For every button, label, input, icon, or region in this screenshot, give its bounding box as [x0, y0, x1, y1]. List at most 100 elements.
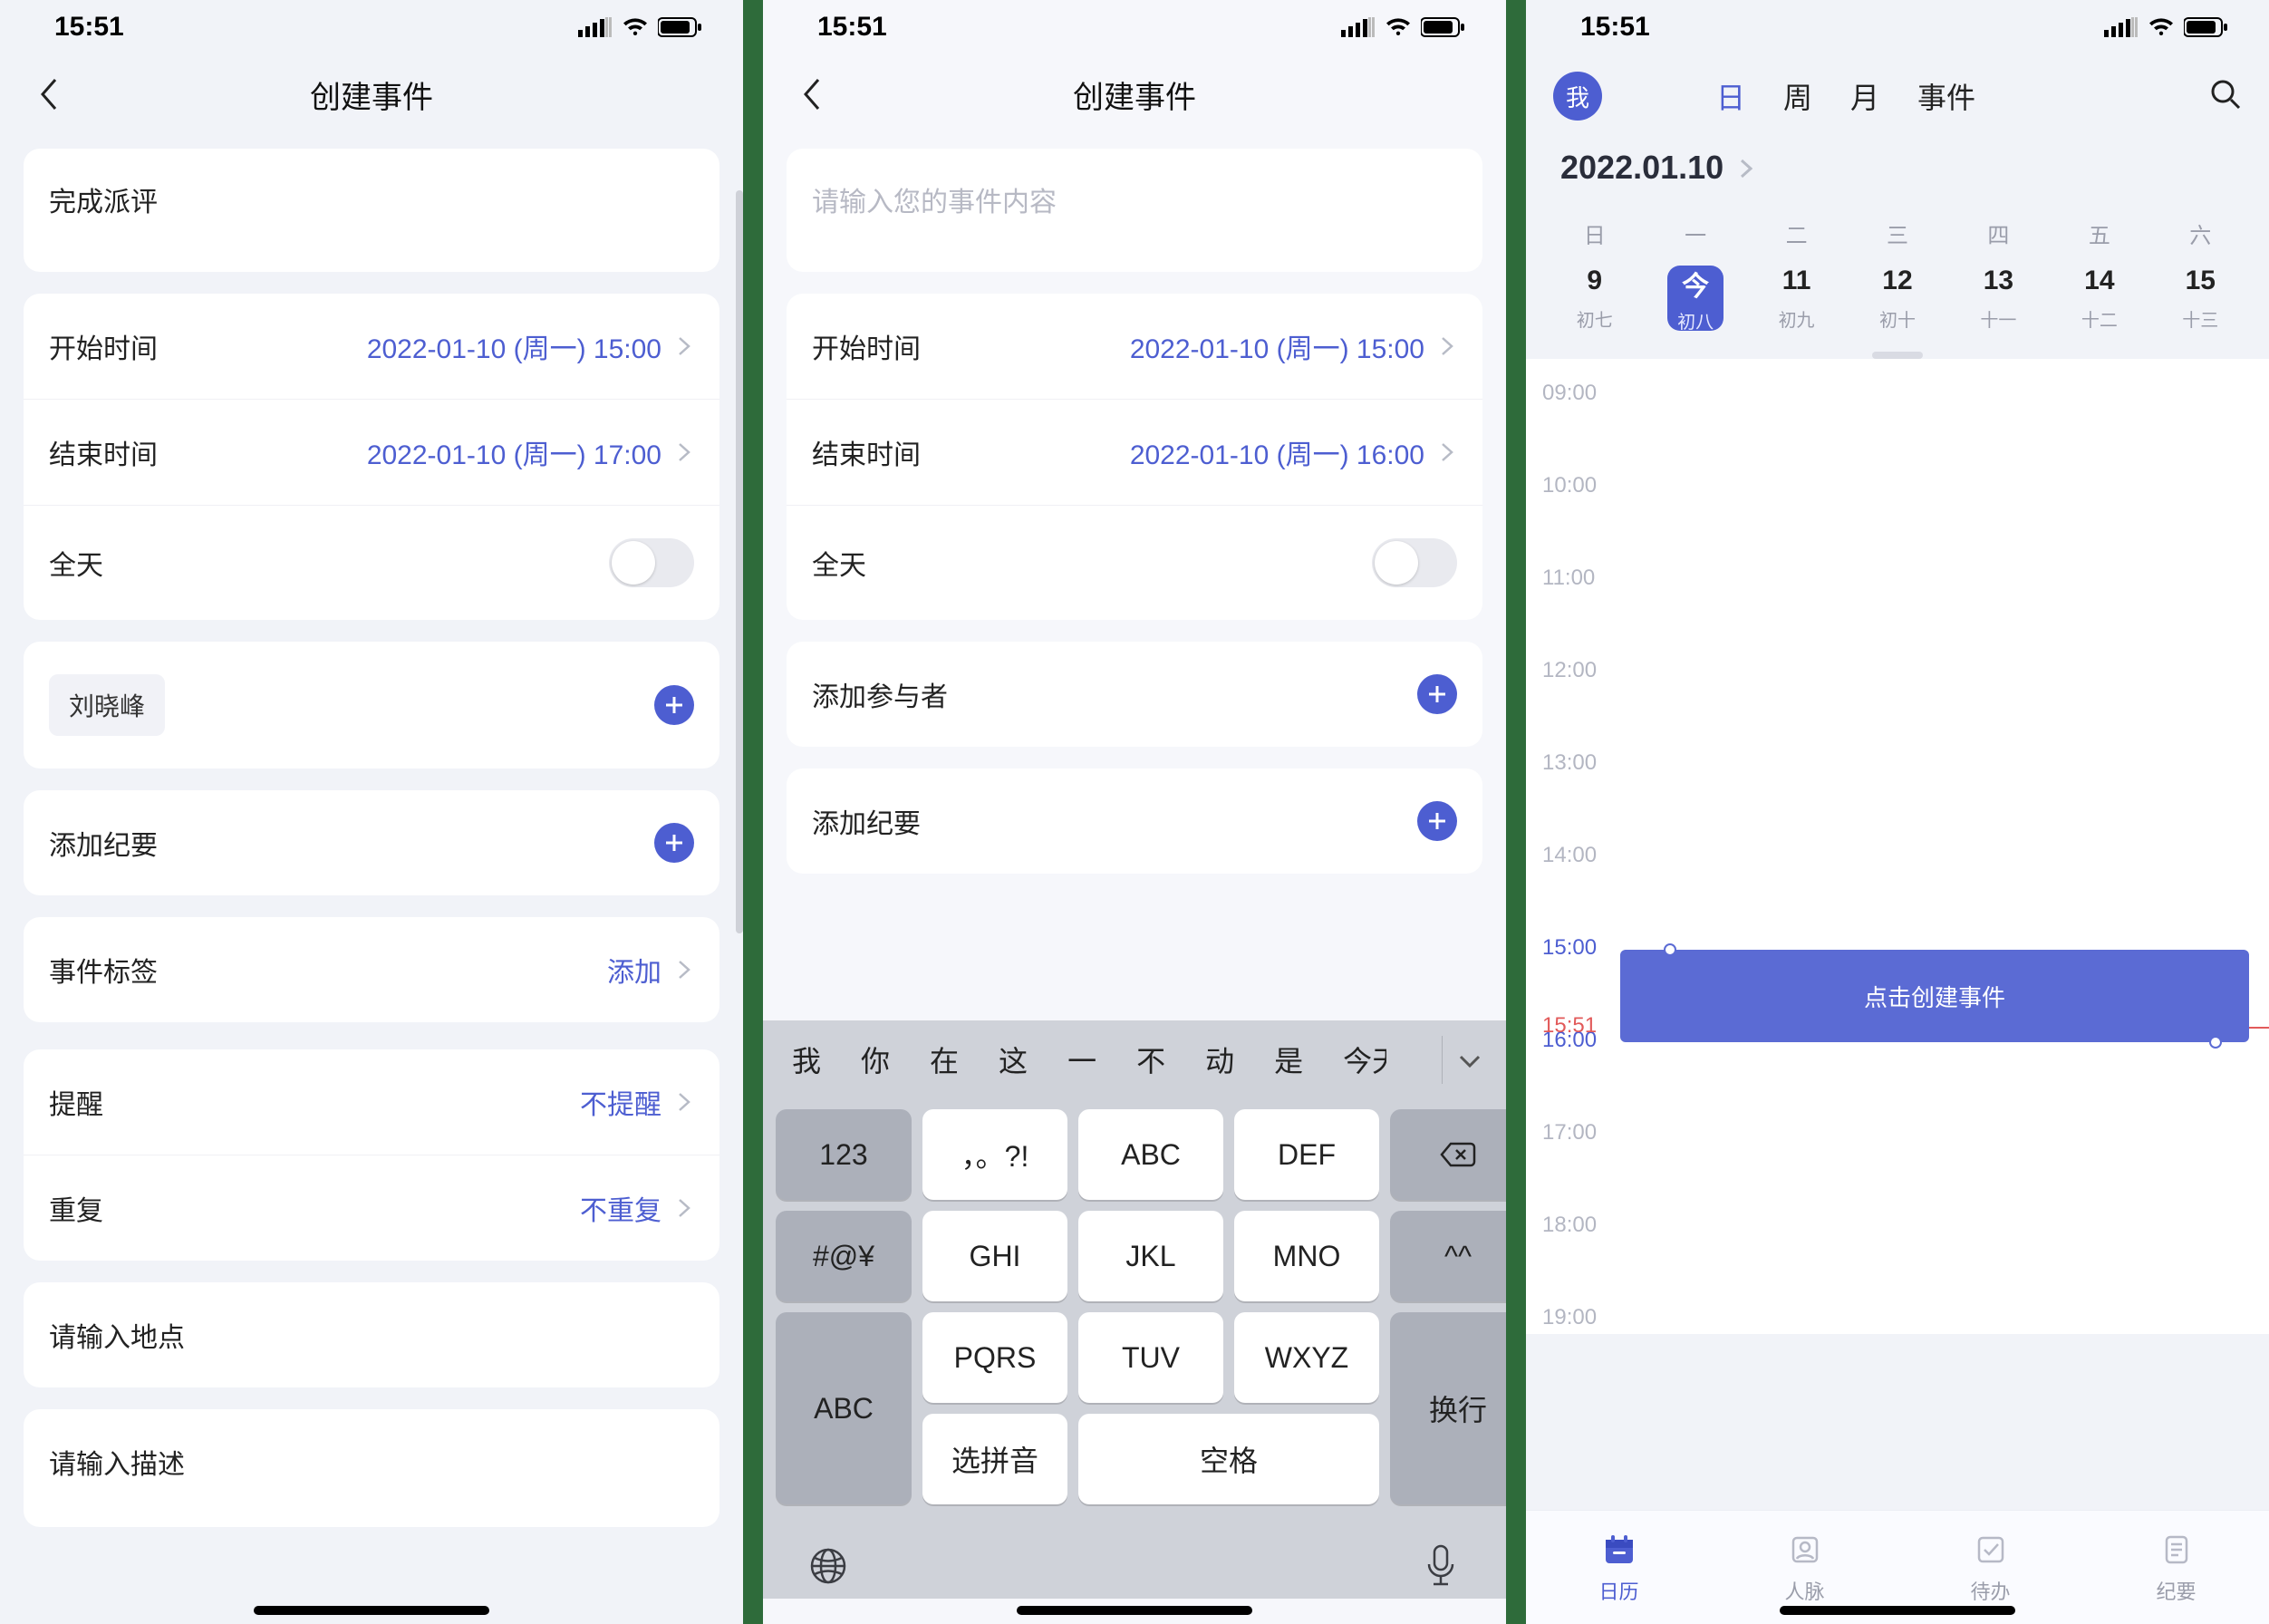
search-icon[interactable] [2209, 78, 2242, 115]
event-title-card[interactable]: 完成派评 [24, 149, 719, 272]
view-tab-day[interactable]: 日 [1716, 75, 1745, 117]
day-num: 15 [2186, 266, 2216, 296]
suggestion-item[interactable]: 今天 [1323, 1039, 1386, 1080]
view-tab-month[interactable]: 月 [1850, 75, 1879, 117]
key-pinyin[interactable]: 选拼音 [922, 1414, 1067, 1504]
key-def[interactable]: DEF [1234, 1109, 1379, 1200]
suggestion-item[interactable]: 这 [979, 1039, 1048, 1080]
create-event-block[interactable]: 点击创建事件 [1620, 950, 2249, 1042]
all-day-toggle[interactable] [609, 538, 694, 587]
add-participant-button[interactable] [654, 685, 694, 725]
add-notes-row[interactable]: 添加纪要 [787, 768, 1482, 874]
key-space[interactable]: 空格 [1078, 1414, 1379, 1504]
chevron-right-icon [1437, 442, 1457, 462]
key-abc[interactable]: ABC [1078, 1109, 1223, 1200]
participant-card: 刘晓峰 [24, 642, 719, 768]
hour-row: 17:00 [1526, 1135, 2269, 1136]
drag-handle[interactable] [1872, 352, 1923, 359]
event-title-card[interactable]: 请输入您的事件内容 [787, 149, 1482, 272]
tab-notes[interactable]: 纪要 [2083, 1511, 2269, 1624]
key-pqrs[interactable]: PQRS [922, 1312, 1067, 1403]
day-cell[interactable]: 9 初七 [1544, 266, 1645, 332]
start-time-row[interactable]: 开始时间 2022-01-10 (周一) 15:00 [24, 294, 719, 399]
key-mno[interactable]: MNO [1234, 1211, 1379, 1301]
weekday-head: 四 [1948, 218, 2049, 249]
tag-row[interactable]: 事件标签 添加 [24, 917, 719, 1022]
page-title: 创建事件 [310, 72, 433, 117]
end-time-row[interactable]: 结束时间 2022-01-10 (周一) 16:00 [787, 399, 1482, 505]
date-title-row[interactable]: 2022.01.10 [1526, 138, 2269, 187]
all-day-row: 全天 [787, 505, 1482, 620]
participant-row[interactable]: 刘晓峰 [24, 642, 719, 768]
chevron-right-icon [674, 1092, 694, 1112]
add-notes-row[interactable]: 添加纪要 [24, 790, 719, 895]
suggestion-item[interactable]: 一 [1048, 1039, 1116, 1080]
start-time-label: 开始时间 [49, 326, 158, 366]
suggestion-item[interactable]: 我 [772, 1039, 841, 1080]
event-resize-handle-bottom[interactable] [2209, 1036, 2222, 1049]
timeline[interactable]: 09:00 10:00 11:00 12:00 13:00 14:00 15:0… [1526, 359, 2269, 1334]
chevron-right-icon [1740, 149, 1752, 187]
end-time-row[interactable]: 结束时间 2022-01-10 (周一) 17:00 [24, 399, 719, 505]
calendar-icon [1600, 1531, 1638, 1569]
chevron-down-icon[interactable] [1442, 1036, 1497, 1084]
key-emoji[interactable]: ^^ [1390, 1211, 1506, 1301]
day-sub: 十三 [2182, 305, 2218, 332]
end-time-label: 结束时间 [49, 432, 158, 472]
day-cell[interactable]: 11 初九 [1746, 266, 1847, 332]
day-cell[interactable]: 15 十三 [2150, 266, 2251, 332]
key-tuv[interactable]: TUV [1078, 1312, 1223, 1403]
status-bar: 15:51 [763, 0, 1506, 54]
status-bar: 15:51 [1526, 0, 2269, 54]
key-jkl[interactable]: JKL [1078, 1211, 1223, 1301]
key-backspace[interactable] [1390, 1109, 1506, 1200]
contacts-icon [1786, 1531, 1824, 1569]
globe-icon[interactable] [803, 1541, 854, 1591]
avatar[interactable]: 我 [1553, 72, 1602, 121]
key-symbols[interactable]: #@¥ [776, 1211, 912, 1301]
home-indicator[interactable] [1017, 1606, 1252, 1615]
add-participant-button[interactable] [1417, 674, 1457, 714]
key-return[interactable]: 换行 [1390, 1312, 1506, 1504]
back-button[interactable] [794, 76, 830, 112]
remind-row[interactable]: 提醒 不提醒 [24, 1049, 719, 1155]
mic-icon[interactable] [1415, 1541, 1466, 1591]
add-notes-button[interactable] [1417, 801, 1457, 841]
day-cell[interactable]: 12 初十 [1847, 266, 1947, 332]
tag-value: 添加 [607, 950, 661, 990]
event-resize-handle-top[interactable] [1664, 943, 1676, 956]
suggestion-item[interactable]: 动 [1185, 1039, 1254, 1080]
view-tab-week[interactable]: 周 [1783, 75, 1812, 117]
day-cell[interactable]: 14 十二 [2049, 266, 2149, 332]
key-punct[interactable]: ，。?! [922, 1109, 1067, 1200]
key-abc-mode[interactable]: ABC [776, 1312, 912, 1504]
repeat-row[interactable]: 重复 不重复 [24, 1155, 719, 1261]
suggestion-item[interactable]: 是 [1254, 1039, 1323, 1080]
hour-label: 17:00 [1542, 1120, 1597, 1146]
key-123[interactable]: 123 [776, 1109, 912, 1200]
day-cell-selected[interactable]: 今 初八 [1645, 266, 1745, 331]
suggestion-item[interactable]: 不 [1116, 1039, 1185, 1080]
tab-calendar[interactable]: 日历 [1526, 1511, 1712, 1624]
key-ghi[interactable]: GHI [922, 1211, 1067, 1301]
hour-label: 11:00 [1542, 566, 1595, 591]
day-cell[interactable]: 13 十一 [1948, 266, 2049, 332]
day-num: 12 [1882, 266, 1912, 296]
day-sub: 初七 [1577, 305, 1613, 332]
home-indicator[interactable] [1780, 1606, 2015, 1615]
add-notes-button[interactable] [654, 823, 694, 863]
day-sub: 初九 [1779, 305, 1815, 332]
add-participant-row[interactable]: 添加参与者 [787, 642, 1482, 747]
all-day-toggle[interactable] [1372, 538, 1457, 587]
home-indicator[interactable] [254, 1606, 489, 1615]
suggestion-item[interactable]: 在 [910, 1039, 979, 1080]
suggestion-item[interactable]: 你 [841, 1039, 910, 1080]
back-button[interactable] [31, 76, 67, 112]
start-time-row[interactable]: 开始时间 2022-01-10 (周一) 15:00 [787, 294, 1482, 399]
description-row[interactable]: 请输入描述 [24, 1409, 719, 1527]
add-notes-label: 添加纪要 [812, 801, 921, 841]
view-tab-events[interactable]: 事件 [1917, 75, 1975, 117]
participant-chip[interactable]: 刘晓峰 [49, 674, 165, 736]
location-row[interactable]: 请输入地点 [24, 1282, 719, 1387]
key-wxyz[interactable]: WXYZ [1234, 1312, 1379, 1403]
